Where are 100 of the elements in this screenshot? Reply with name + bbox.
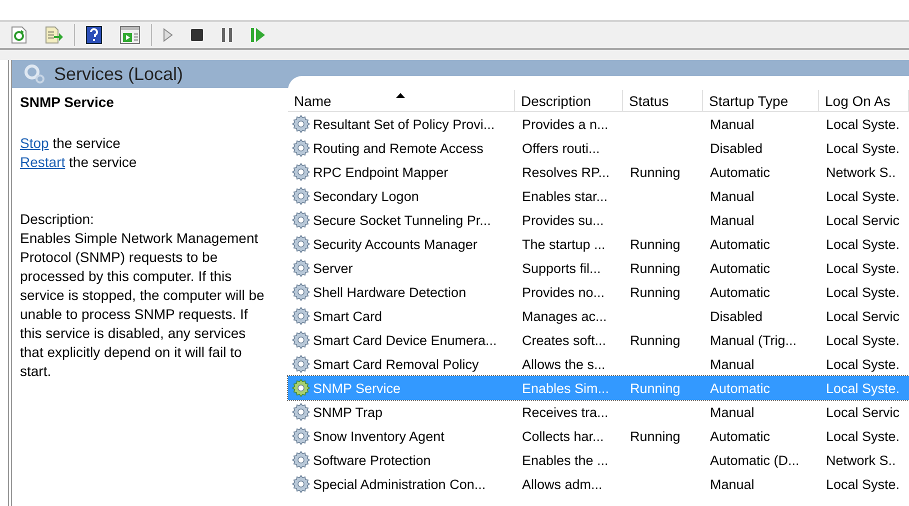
description-cell: Provides su... <box>522 212 604 228</box>
description-cell: Provides no... <box>522 284 605 300</box>
startup-type-cell: Automatic <box>710 260 770 276</box>
name-cell: SNMP Service <box>313 380 401 396</box>
description-cell: Provides a n... <box>522 116 608 132</box>
log-on-cell: Local Syste. <box>826 356 900 372</box>
action-text: Restart the service <box>20 153 138 172</box>
startup-type-cell: Manual <box>710 476 754 492</box>
panel-title: Services (Local) <box>54 64 184 84</box>
startup-type-cell: Disabled <box>710 140 763 156</box>
description-cell: Enables star... <box>522 188 608 204</box>
gears-icon <box>24 64 46 84</box>
gear-icon <box>292 403 310 421</box>
table-row[interactable]: Secondary Logon Enables star... Manual Local Syste. <box>288 184 909 208</box>
name-cell: Routing and Remote Access <box>313 140 484 156</box>
gear-icon <box>292 379 310 397</box>
log-on-cell: Local Syste. <box>826 236 900 252</box>
status-cell: Running <box>630 332 680 348</box>
refresh-icon <box>11 26 27 44</box>
description-cell: Manages ac... <box>522 308 607 324</box>
name-cell: Software Protection <box>313 452 431 468</box>
table-row[interactable]: Routing and Remote Access Offers routi... Disabled Local Syste. <box>288 136 909 160</box>
action-link[interactable]: Stop <box>20 135 49 151</box>
startup-type-cell: Manual <box>710 356 754 372</box>
name-cell: Smart Card <box>313 308 382 324</box>
table-row[interactable]: Shell Hardware Detection Provides no... Running Automatic Local Syste. <box>288 280 909 304</box>
name-cell: Secondary Logon <box>313 188 419 204</box>
description-cell: Resolves RP... <box>522 164 610 180</box>
log-on-cell: Local Servic <box>826 212 900 228</box>
startup-type-cell: Manual <box>710 116 754 132</box>
gear-icon <box>292 139 310 157</box>
status-cell: Running <box>630 428 680 444</box>
gear-icon <box>292 307 310 325</box>
log-on-cell: Local Servic <box>826 308 900 324</box>
status-cell: Running <box>630 380 680 396</box>
startup-type-cell: Automatic <box>710 380 770 396</box>
column-header[interactable]: Name <box>288 90 515 112</box>
gear-icon <box>292 427 310 445</box>
name-cell: Security Accounts Manager <box>313 236 478 252</box>
console-button[interactable] <box>117 24 143 46</box>
gear-icon <box>292 283 310 301</box>
action-text: Stop the service <box>20 134 122 153</box>
table-row[interactable]: Smart Card Manages ac... Disabled Local Servic <box>288 304 909 328</box>
console-icon <box>120 26 140 44</box>
help-button[interactable] <box>83 24 105 46</box>
startup-type-cell: Manual <box>710 188 754 204</box>
status-cell: Running <box>630 284 680 300</box>
table-row[interactable]: Smart Card Removal Policy Allows the s... Manual Local Syste. <box>288 352 909 376</box>
name-cell: Smart Card Device Enumera... <box>313 332 497 348</box>
table-row[interactable]: Resultant Set of Policy Provi... Provides a n... Manual Local Syste. <box>288 112 909 136</box>
stop-icon <box>191 29 203 41</box>
name-cell: Special Administration Con... <box>313 476 486 492</box>
gear-icon <box>292 235 310 253</box>
pause-icon <box>221 28 233 42</box>
table-row[interactable]: Special Administration Con... Allows adm... Manual Local Syste. <box>288 472 909 496</box>
description-cell: Allows adm... <box>522 476 602 492</box>
startup-type-cell: Manual <box>710 212 754 228</box>
description-cell: Receives tra... <box>522 404 608 420</box>
log-on-cell: Local Syste. <box>826 380 900 396</box>
log-on-cell: Network S.. <box>826 452 896 468</box>
table-row[interactable]: Smart Card Device Enumera... Creates soft... Running Manual (Trig... Local Syste. <box>288 328 909 352</box>
gear-icon <box>292 331 310 349</box>
gear-icon <box>292 475 310 493</box>
table-row[interactable]: Server Supports fil... Running Automatic Local Syste. <box>288 256 909 280</box>
column-header[interactable]: Status <box>623 90 703 112</box>
gear-icon <box>292 451 310 469</box>
column-header[interactable]: Log On As <box>819 90 909 112</box>
log-on-cell: Local Syste. <box>826 332 900 348</box>
action-link[interactable]: Restart <box>20 154 66 170</box>
name-cell: Secure Socket Tunneling Pr... <box>313 212 491 228</box>
description-cell: Collects har... <box>522 428 604 444</box>
description-cell: Creates soft... <box>522 332 606 348</box>
description-cell: Enables the ... <box>522 452 608 468</box>
table-row[interactable]: SNMP Trap Receives tra... Manual Local Servic <box>288 400 909 424</box>
log-on-cell: Local Syste. <box>826 260 900 276</box>
play-icon <box>163 28 173 42</box>
description-text: Enables Simple Network Management Protocol (SNMP) requests to be processed by this computer. If this service is stopped, the computer will be unable to process SNMP requests. If this service is disabled, any services that explicitly depend on it will fail to start. <box>20 229 266 381</box>
name-cell: Shell Hardware Detection <box>313 284 466 300</box>
column-header[interactable]: Startup Type <box>703 90 819 112</box>
description-cell: Supports fil... <box>522 260 601 276</box>
gear-icon <box>292 187 310 205</box>
description-cell: Allows the s... <box>522 356 606 372</box>
description-cell: Offers routi... <box>522 140 600 156</box>
export-icon <box>45 26 63 44</box>
table-row[interactable]: Software Protection Enables the ... Automatic (D... Network S.. <box>288 448 909 472</box>
name-cell: Smart Card Removal Policy <box>313 356 479 372</box>
table-row[interactable]: RPC Endpoint Mapper Resolves RP... Running Automatic Network S.. <box>288 160 909 184</box>
table-row[interactable]: Snow Inventory Agent Collects har... Running Automatic Local Syste. <box>288 424 909 448</box>
description-cell: Enables Sim... <box>522 380 610 396</box>
startup-type-cell: Automatic <box>710 284 770 300</box>
table-row[interactable]: Security Accounts Manager The startup ... Running Automatic Local Syste. <box>288 232 909 256</box>
help-icon <box>86 26 102 44</box>
service-name: SNMP Service <box>20 94 115 110</box>
name-cell: Server <box>313 260 353 276</box>
gear-icon <box>292 355 310 373</box>
table-row[interactable]: Secure Socket Tunneling Pr... Provides su... Manual Local Servic <box>288 208 909 232</box>
gear-icon <box>292 211 310 229</box>
column-header[interactable]: Description <box>515 90 623 112</box>
startup-type-cell: Manual <box>710 404 754 420</box>
log-on-cell: Local Servic <box>826 404 900 420</box>
